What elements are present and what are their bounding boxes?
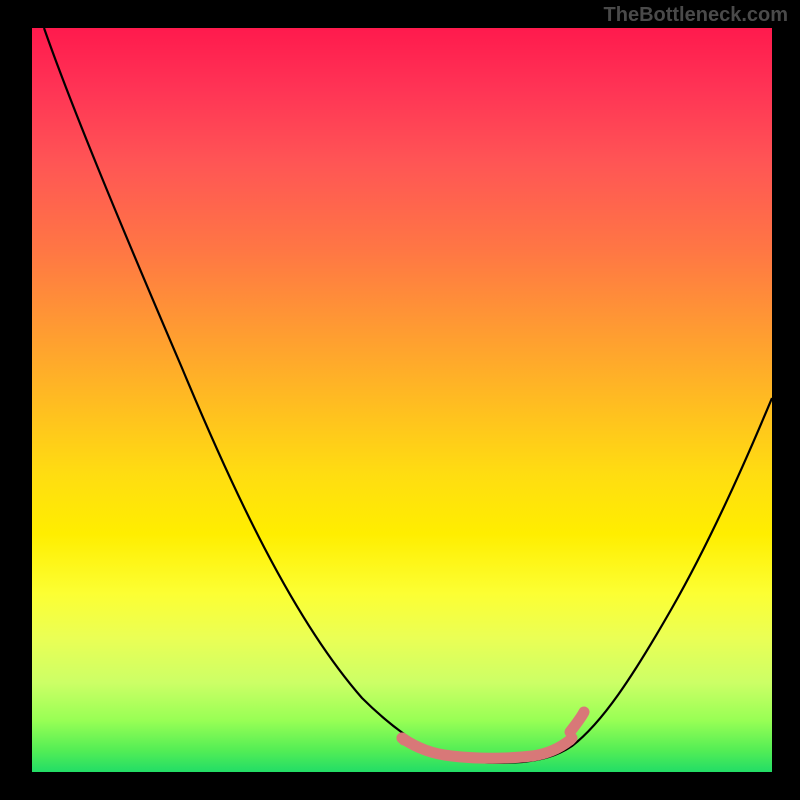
tolerance-band-extra [402,738,572,740]
tolerance-band [402,712,584,758]
plot-area [32,28,772,772]
chart-svg [32,28,772,772]
watermark-text: TheBottleneck.com [604,4,788,27]
bottleneck-curve [44,28,772,763]
